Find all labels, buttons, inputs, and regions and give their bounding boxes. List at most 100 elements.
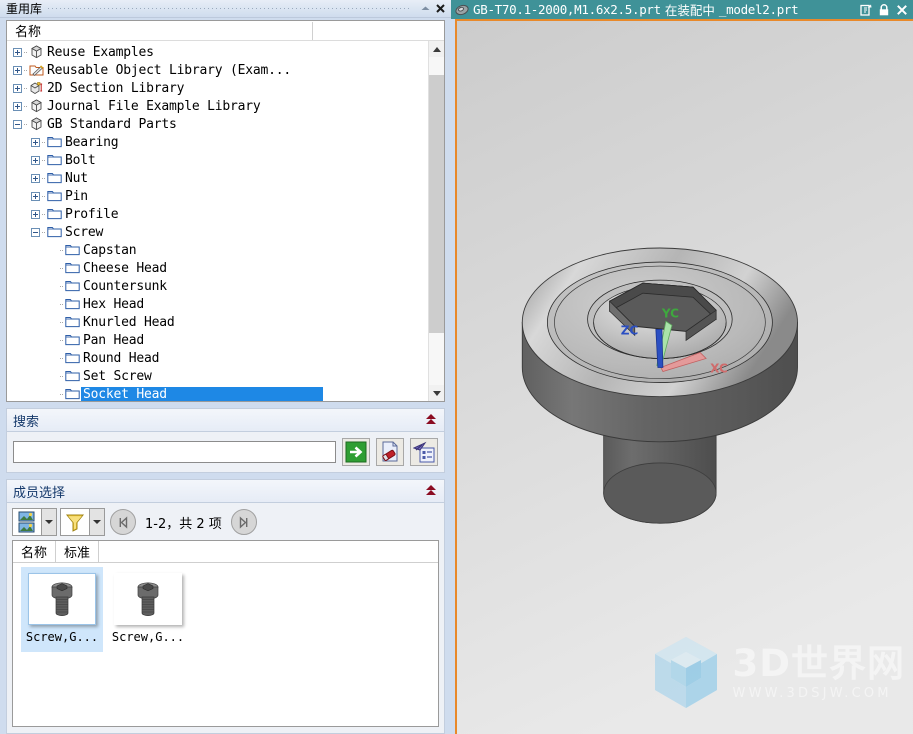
member-list[interactable]: 名称 标准 Screw,G... Screw,G...: [12, 540, 439, 727]
search-input[interactable]: [13, 441, 336, 463]
expand-node-icon[interactable]: [13, 47, 22, 57]
close-window-icon[interactable]: [895, 2, 909, 17]
tree-item-countersunk[interactable]: Countersunk: [7, 277, 444, 295]
tree-item-label: Profile: [65, 206, 119, 222]
tree-item-profile[interactable]: Profile: [7, 205, 444, 223]
folder-icon: [47, 189, 62, 203]
folder-icon: [65, 369, 80, 383]
tree-connector-line: [42, 177, 46, 179]
scrollbar-thumb[interactable]: [429, 75, 444, 333]
expand-node-icon[interactable]: [31, 191, 40, 201]
close-icon[interactable]: [433, 1, 448, 16]
tree-connector-line: [60, 357, 64, 359]
expand-node-icon[interactable]: [13, 101, 22, 111]
tree-item-label: GB Standard Parts: [47, 116, 177, 132]
tree-item-label: Bearing: [65, 134, 119, 150]
cube-icon: [29, 99, 44, 113]
tree-connector-line: [42, 141, 46, 143]
tree-item-reusable-object-library-exam[interactable]: Reusable Object Library (Exam...: [7, 61, 444, 79]
member-selection-body: 1-2，共 2 项 名称 标准 Screw,G... Screw,G...: [6, 503, 445, 734]
clear-search-button[interactable]: [376, 438, 404, 466]
search-go-button[interactable]: [342, 438, 370, 466]
collapse-node-icon[interactable]: [31, 227, 40, 237]
thumbnail-view-dropdown[interactable]: [42, 508, 57, 536]
tree-item-capstan[interactable]: Capstan: [7, 241, 444, 259]
tree-item-socket-head[interactable]: Socket Head: [7, 385, 444, 401]
member-thumbnails: Screw,G... Screw,G...: [13, 563, 438, 656]
search-section-header[interactable]: 搜索: [6, 408, 445, 432]
expand-node-icon[interactable]: [13, 83, 22, 93]
tree-connector-line: [60, 285, 64, 287]
expand-node-icon[interactable]: [31, 209, 40, 219]
last-page-icon[interactable]: [230, 509, 257, 535]
tree-item-label: Set Screw: [83, 368, 152, 384]
axis-y-label: YC: [661, 306, 679, 320]
expand-node-icon[interactable]: [31, 173, 40, 183]
expand-node-icon[interactable]: [13, 65, 22, 75]
lock-icon[interactable]: [877, 2, 891, 17]
folder-icon: [47, 207, 62, 221]
tree-item-round-head[interactable]: Round Head: [7, 349, 444, 367]
thumbnail-view-combo[interactable]: [12, 508, 57, 536]
tree-item-gb-standard-parts[interactable]: GB Standard Parts: [7, 115, 444, 133]
graphics-window-titlebar: GB-T70.1-2000,M1.6x2.5.prt 在装配中 _model2.…: [451, 0, 913, 19]
search-section-title: 搜索: [13, 414, 40, 430]
tree-item-bolt[interactable]: Bolt: [7, 151, 444, 169]
tree-item-label: Screw: [65, 224, 104, 240]
tree-item-set-screw[interactable]: Set Screw: [7, 367, 444, 385]
member-item[interactable]: Screw,G...: [107, 567, 189, 652]
tree-item-label: Journal File Example Library: [47, 98, 261, 114]
member-selection-title: 成员选择: [13, 485, 66, 501]
reuse-library-tree[interactable]: 名称 Reuse Examples Reusable Object Library…: [6, 20, 445, 402]
filter-dropdown[interactable]: [90, 508, 105, 536]
tree-item-label: Reuse Examples: [47, 44, 154, 60]
expand-node-icon[interactable]: [31, 137, 40, 147]
socket-head-screw-model[interactable]: XC YC ZC: [457, 21, 913, 734]
graphics-window-assembly-name: _model2.prt: [718, 2, 799, 17]
tree-item-knurled-head[interactable]: Knurled Head: [7, 313, 444, 331]
member-item-label: Screw,G...: [111, 630, 185, 644]
chevron-up-double-icon-2[interactable]: [424, 484, 438, 498]
tree-item-bearing[interactable]: Bearing: [7, 133, 444, 151]
member-selection-section-header[interactable]: 成员选择: [6, 479, 445, 503]
tree-vertical-scrollbar[interactable]: [428, 41, 444, 401]
app-root: 重用库 名称 Reuse Examples Reusable Object Lib…: [0, 0, 913, 734]
tree-item-cheese-head[interactable]: Cheese Head: [7, 259, 444, 277]
member-column-name[interactable]: 名称: [13, 541, 57, 562]
tree-connector-line: [24, 51, 28, 53]
graphics-viewport[interactable]: XC YC ZC 3D世界网 WWW.3DSJW.COM: [455, 19, 913, 734]
chevron-up-double-icon[interactable]: [424, 413, 438, 427]
tree-item-pin[interactable]: Pin: [7, 187, 444, 205]
restore-window-icon[interactable]: [859, 2, 873, 17]
scroll-up-button[interactable]: [429, 41, 444, 57]
member-item[interactable]: Screw,G...: [21, 567, 103, 652]
cube-icon: [29, 117, 44, 131]
tree-item-pan-head[interactable]: Pan Head: [7, 331, 444, 349]
advanced-search-button[interactable]: [410, 438, 438, 466]
tree-item-label: Hex Head: [83, 296, 145, 312]
filter-combo[interactable]: [60, 508, 105, 536]
folder-icon: [47, 135, 62, 149]
tree-item-reuse-examples[interactable]: Reuse Examples: [7, 43, 444, 61]
member-column-standard[interactable]: 标准: [56, 541, 100, 562]
collapse-node-icon[interactable]: [13, 119, 22, 129]
tree-item-label: 2D Section Library: [47, 80, 185, 96]
tree-item-hex-head[interactable]: Hex Head: [7, 295, 444, 313]
tree-connector-line: [42, 213, 46, 215]
thumbnail-view-icon[interactable]: [12, 508, 42, 536]
tree-column-divider: [312, 21, 313, 40]
tree-connector-line: [42, 195, 46, 197]
tree-item-label: Round Head: [83, 350, 160, 366]
scroll-down-button[interactable]: [429, 385, 444, 401]
panel-title: 重用库: [6, 2, 43, 16]
tree-item-nut[interactable]: Nut: [7, 169, 444, 187]
filter-funnel-icon[interactable]: [60, 508, 90, 536]
first-page-icon[interactable]: [110, 509, 136, 535]
expand-node-icon[interactable]: [31, 155, 40, 165]
tree-item-2d-section-library[interactable]: 2D Section Library: [7, 79, 444, 97]
tree-item-label: Capstan: [83, 242, 137, 258]
tree-item-journal-file-example-library[interactable]: Journal File Example Library: [7, 97, 444, 115]
member-selection-toolbar: 1-2，共 2 项: [12, 508, 439, 536]
tree-item-screw[interactable]: Screw: [7, 223, 444, 241]
collapse-pin-icon[interactable]: [418, 1, 433, 16]
